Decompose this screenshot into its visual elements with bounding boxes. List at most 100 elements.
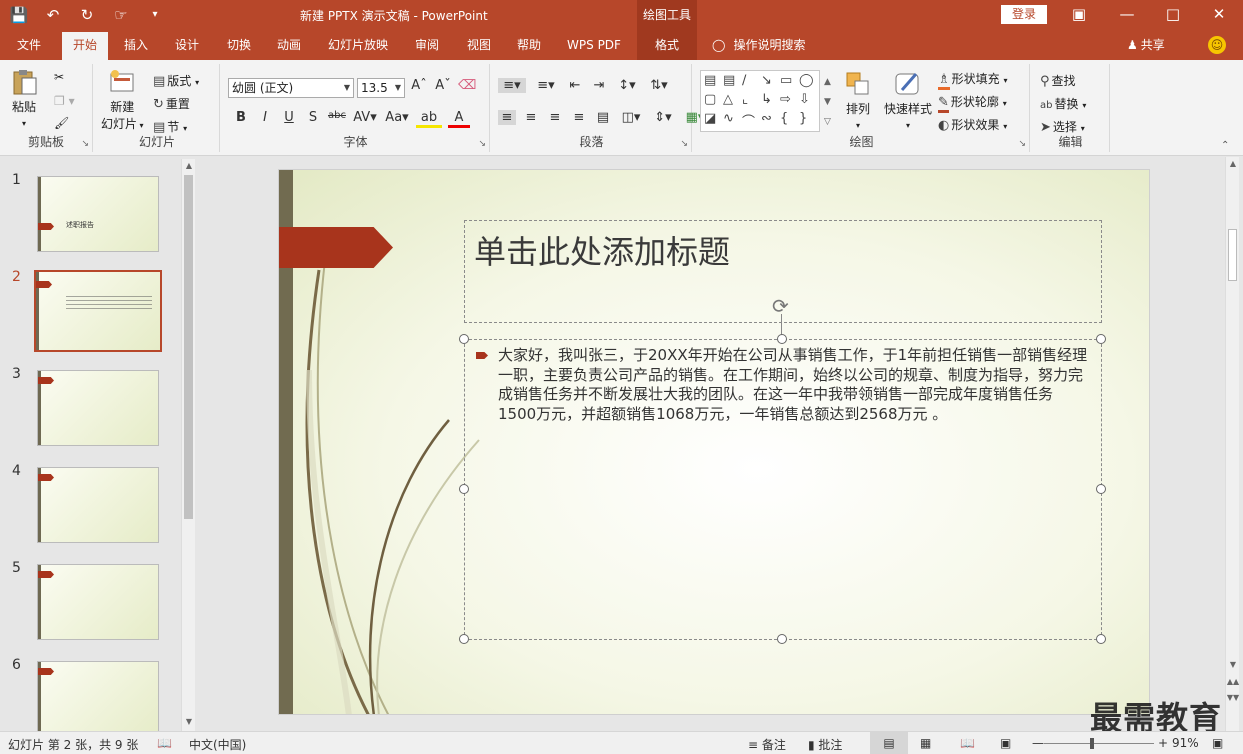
share-button[interactable]: ♟ 共享 <box>1127 30 1165 60</box>
minimize-icon[interactable]: — <box>1104 0 1150 30</box>
slide-thumbnail-selected[interactable] <box>34 270 162 352</box>
current-slide[interactable]: 单击此处添加标题 ⟳ 大家好，我叫张三，于20XX年开始在公司从事销售工作，于1… <box>278 169 1150 715</box>
undo-icon[interactable]: ↶ <box>42 4 64 26</box>
format-painter-icon[interactable]: 🖌 <box>54 116 69 130</box>
underline-icon[interactable]: U <box>280 110 298 128</box>
bold-icon[interactable]: B <box>232 110 250 128</box>
resize-handle-bc[interactable] <box>777 634 787 644</box>
resize-handle-tr[interactable] <box>1096 334 1106 344</box>
align-text-icon[interactable]: ⇕▾ <box>650 110 676 125</box>
resize-handle-mr[interactable] <box>1096 484 1106 494</box>
arrow-line-shape-icon[interactable]: ↘ <box>761 73 772 88</box>
paragraph-launcher-icon[interactable]: ↘ <box>680 139 688 149</box>
reading-view-icon[interactable]: 📖 <box>960 736 975 750</box>
resize-handle-ml[interactable] <box>459 484 469 494</box>
resize-handle-br[interactable] <box>1096 634 1106 644</box>
tab-insert[interactable]: 插入 <box>114 30 158 60</box>
save-icon[interactable]: 💾 <box>8 4 30 26</box>
scroll-down-icon[interactable]: ▼ <box>182 717 196 726</box>
decrease-indent-icon[interactable]: ⇤ <box>566 78 584 93</box>
zoom-slider[interactable] <box>1044 738 1154 749</box>
layout-button[interactable]: ▤ 版式 ▾ <box>153 72 199 89</box>
drawing-launcher-icon[interactable]: ↘ <box>1018 139 1026 149</box>
slide-sorter-icon[interactable]: ▦ <box>920 736 931 750</box>
reset-button[interactable]: ↻ 重置 <box>153 95 190 112</box>
font-launcher-icon[interactable]: ↘ <box>478 139 486 149</box>
justify-icon[interactable]: ≡ <box>570 110 588 125</box>
increase-indent-icon[interactable]: ⇥ <box>590 78 608 93</box>
copy-icon[interactable]: ❐ ▾ <box>54 94 75 108</box>
tab-transitions[interactable]: 切换 <box>218 30 260 60</box>
elbow-arrow-shape-icon[interactable]: ↳ <box>761 92 772 107</box>
zoom-level[interactable]: 91% <box>1172 736 1199 750</box>
slide-thumbnail[interactable] <box>37 661 159 737</box>
highlight-icon[interactable]: ab <box>416 110 442 128</box>
scrollbar-thumb[interactable] <box>1228 229 1237 281</box>
oval-shape-icon[interactable]: ◯ <box>799 73 814 88</box>
tab-wps-pdf[interactable]: WPS PDF <box>560 30 628 60</box>
right-arrow-shape-icon[interactable]: ⇨ <box>780 92 791 107</box>
next-slide-icon[interactable]: ▼▼ <box>1226 693 1240 702</box>
strikethrough-icon[interactable]: abc <box>328 110 346 128</box>
line-spacing-icon[interactable]: ↕▾ <box>614 78 640 93</box>
replace-button[interactable]: ab 替换 ▾ <box>1040 95 1086 112</box>
scribble-shape-icon[interactable]: ∿ <box>723 111 734 126</box>
normal-view-icon[interactable]: ▤ <box>870 732 908 754</box>
previous-slide-icon[interactable]: ▲▲ <box>1226 677 1240 686</box>
font-size-combo[interactable]: 13.5 ▼ <box>357 78 405 98</box>
tab-slideshow[interactable]: 幻灯片放映 <box>322 30 394 60</box>
customize-icon[interactable]: ▾ <box>144 4 166 26</box>
scroll-up-icon[interactable]: ▲ <box>1226 159 1240 168</box>
align-right-icon[interactable]: ≡ <box>546 110 564 125</box>
shapes-scroll[interactable]: ▲ ▼ ▽ <box>824 72 831 132</box>
curve-shape-icon[interactable]: ∾ <box>761 111 772 126</box>
textbox-shape-icon[interactable]: ▤ <box>704 73 716 88</box>
ribbon-display-icon[interactable]: ▣ <box>1056 0 1102 30</box>
slide-thumbnail[interactable] <box>37 564 159 640</box>
vertical-textbox-shape-icon[interactable]: ▤ <box>723 73 735 88</box>
left-brace-shape-icon[interactable]: { <box>780 111 788 126</box>
scrollbar-thumb[interactable] <box>184 175 193 519</box>
language-status[interactable]: 中文(中国) <box>189 736 246 753</box>
zoom-in-icon[interactable]: + <box>1158 736 1168 750</box>
char-spacing-icon[interactable]: AV▾ <box>352 110 378 128</box>
down-arrow-shape-icon[interactable]: ⇩ <box>799 92 810 107</box>
change-case-icon[interactable]: Aa▾ <box>384 110 410 128</box>
clear-format-icon[interactable]: ⌫ <box>458 78 476 93</box>
tab-review[interactable]: 审阅 <box>406 30 448 60</box>
triangle-shape-icon[interactable]: △ <box>723 92 733 107</box>
increase-font-icon[interactable]: Aˆ <box>410 78 428 93</box>
arrange-button[interactable]: 排列 ▾ <box>844 70 872 131</box>
clipboard-launcher-icon[interactable]: ↘ <box>81 139 89 149</box>
paste-button[interactable]: 粘贴 ▾ <box>10 68 38 129</box>
font-color-icon[interactable]: A <box>448 110 470 128</box>
tab-help[interactable]: 帮助 <box>508 30 550 60</box>
shapes-gallery[interactable]: ▤ ▤ ∕ ↘ ▭ ◯ ▢ △ ⌞ ↳ ⇨ ⇩ ◪ ∿ ⌒ ∾ { } <box>700 70 820 132</box>
find-button[interactable]: ⚲ 查找 <box>1040 72 1076 89</box>
slide-thumbnail[interactable] <box>37 467 159 543</box>
slide-thumbnail[interactable] <box>37 370 159 446</box>
shape-effects-button[interactable]: ◐ 形状效果 ▾ <box>938 116 1007 133</box>
freeform-shape-icon[interactable]: ◪ <box>704 111 716 126</box>
quick-styles-button[interactable]: 快速样式 ▾ <box>884 70 932 131</box>
zoom-slider-knob[interactable] <box>1090 738 1094 749</box>
redo-icon[interactable]: ↻ <box>76 4 98 26</box>
resize-handle-bl[interactable] <box>459 634 469 644</box>
new-slide-button[interactable]: 新建 幻灯片 ▾ <box>101 68 144 132</box>
feedback-smiley-icon[interactable]: ☺ <box>1208 36 1226 54</box>
tab-design[interactable]: 设计 <box>166 30 208 60</box>
scroll-up-icon[interactable]: ▲ <box>182 161 196 170</box>
tab-view[interactable]: 视图 <box>458 30 500 60</box>
thumbnail-scrollbar[interactable]: ▲ ▼ <box>181 159 195 731</box>
italic-icon[interactable]: I <box>256 110 274 128</box>
resize-handle-tc[interactable] <box>777 334 787 344</box>
elbow-connector-shape-icon[interactable]: ⌞ <box>742 92 748 107</box>
rounded-rect-shape-icon[interactable]: ▢ <box>704 92 716 107</box>
right-brace-shape-icon[interactable]: } <box>799 111 807 126</box>
tab-file[interactable]: 文件 <box>6 30 52 60</box>
scroll-down-icon[interactable]: ▼ <box>1226 660 1240 669</box>
zoom-out-icon[interactable]: — <box>1032 736 1044 750</box>
cut-icon[interactable]: ✂ <box>54 70 64 84</box>
align-center-icon[interactable]: ≡ <box>522 110 540 125</box>
rectangle-shape-icon[interactable]: ▭ <box>780 73 792 88</box>
